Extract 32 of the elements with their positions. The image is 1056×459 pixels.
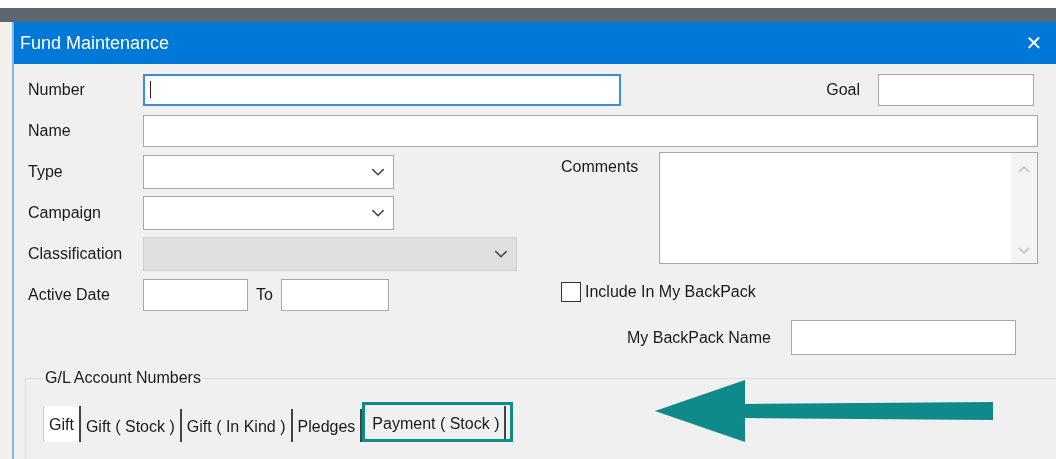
- field-label: Name: [28, 122, 72, 140]
- input-field[interactable]: [791, 320, 1016, 355]
- input-field[interactable]: [878, 74, 1034, 106]
- input-field[interactable]: [143, 74, 621, 106]
- checkbox[interactable]: [561, 282, 581, 302]
- input-field[interactable]: [280, 279, 389, 311]
- window-title: Fund Maintenance: [20, 32, 170, 54]
- field-label: Classification: [28, 245, 124, 263]
- field-label: Campaign: [28, 204, 102, 222]
- field-label: Comments: [561, 157, 640, 177]
- tab[interactable]: Gift: [43, 406, 81, 442]
- scrollbar[interactable]: [1011, 153, 1037, 263]
- input-field[interactable]: [143, 279, 248, 311]
- scroll-up-icon[interactable]: [1018, 165, 1030, 173]
- dropdown[interactable]: [143, 196, 394, 230]
- checkbox-label[interactable]: Include In My BackPack: [585, 283, 756, 301]
- field-label: Number: [28, 81, 86, 99]
- chevron-down-icon: [371, 167, 385, 177]
- arrow-icon: [655, 380, 995, 442]
- field-label: Goal: [826, 81, 860, 99]
- chevron-down-icon: [371, 208, 385, 218]
- text-cursor: [150, 81, 151, 98]
- input-field[interactable]: [143, 115, 1038, 147]
- field-label: My BackPack Name: [626, 328, 771, 347]
- field-label: To: [256, 286, 273, 304]
- field-label: Active Date: [28, 286, 111, 304]
- field-label: Type: [28, 163, 64, 181]
- dropdown[interactable]: [143, 155, 394, 189]
- chevron-down-icon: [494, 249, 508, 259]
- scroll-down-icon[interactable]: [1018, 247, 1030, 255]
- comments-field[interactable]: [659, 152, 1038, 264]
- close-button[interactable]: ✕: [1012, 23, 1056, 63]
